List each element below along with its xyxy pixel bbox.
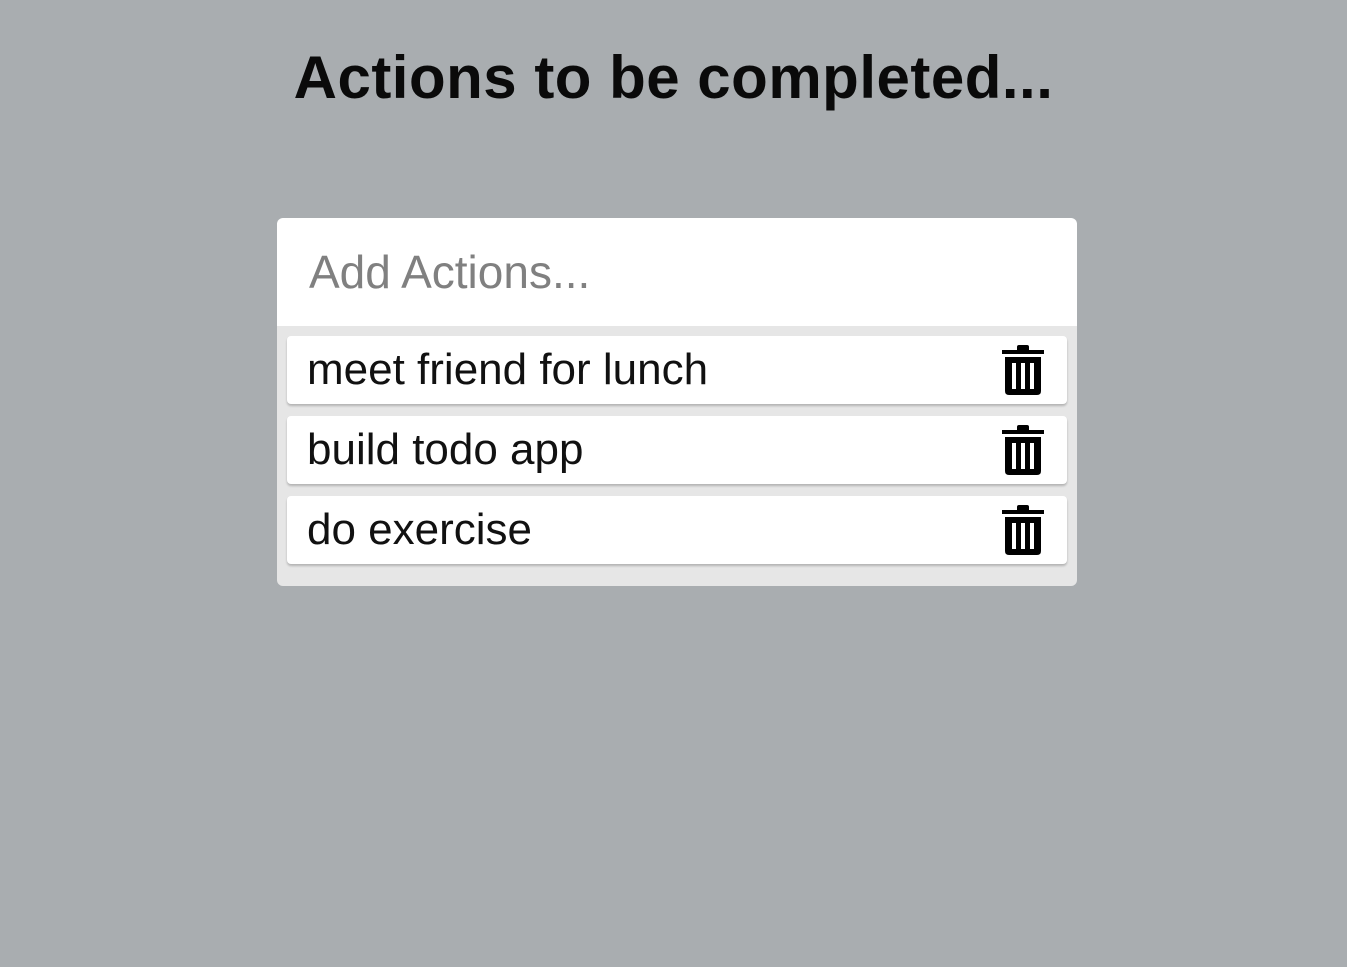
delete-button[interactable] — [1001, 344, 1045, 396]
delete-button[interactable] — [1001, 504, 1045, 556]
page-title: Actions to be completed... — [293, 44, 1054, 111]
todo-text: meet friend for lunch — [307, 345, 709, 394]
todo-list: meet friend for lunch build todo app do … — [277, 326, 1077, 586]
delete-button[interactable] — [1001, 424, 1045, 476]
todo-item[interactable]: build todo app — [287, 416, 1067, 484]
todo-item[interactable]: meet friend for lunch — [287, 336, 1067, 404]
add-action-input[interactable] — [277, 218, 1077, 326]
trash-icon — [1002, 345, 1044, 395]
todo-text: build todo app — [307, 425, 584, 474]
todo-item[interactable]: do exercise — [287, 496, 1067, 564]
todo-text: do exercise — [307, 505, 533, 554]
trash-icon — [1002, 425, 1044, 475]
trash-icon — [1002, 505, 1044, 555]
